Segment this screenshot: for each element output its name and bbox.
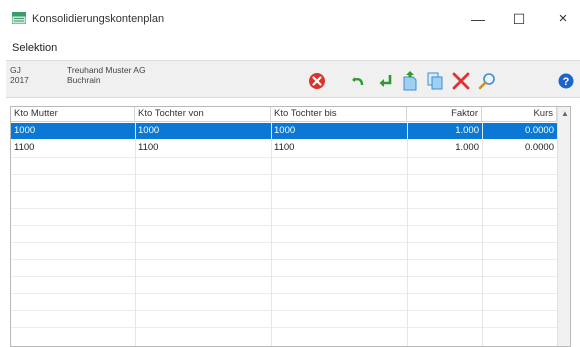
cell-kurs: 0.0000 bbox=[524, 142, 554, 153]
delete-icon bbox=[452, 72, 470, 90]
row-divider bbox=[11, 327, 557, 328]
svg-text:?: ? bbox=[563, 76, 570, 88]
column-header-kurs[interactable]: Kurs bbox=[482, 107, 557, 122]
window-title: Konsolidierungskontenplan bbox=[32, 13, 165, 25]
row-divider bbox=[11, 293, 557, 294]
menu-bar: Selektion bbox=[0, 38, 580, 58]
app-icon bbox=[11, 12, 27, 25]
column-divider bbox=[407, 122, 408, 346]
enter-button[interactable] bbox=[374, 70, 396, 92]
cell-kto-tochter-von: 1100 bbox=[138, 142, 159, 153]
column-header-faktor[interactable]: Faktor bbox=[407, 107, 482, 122]
row-divider bbox=[11, 157, 557, 158]
minimize-button[interactable]: — bbox=[468, 10, 488, 28]
copy-icon bbox=[427, 72, 443, 90]
enter-icon bbox=[379, 75, 392, 87]
table-header: Kto Mutter Kto Tochter von Kto Tochter b… bbox=[11, 107, 570, 122]
cell-kto-mutter: 1100 bbox=[14, 142, 35, 153]
cell-kurs: 0.0000 bbox=[524, 125, 554, 136]
row-divider bbox=[11, 276, 557, 277]
company-name: Treuhand Muster AG bbox=[67, 65, 146, 75]
scroll-up-icon[interactable]: ▲ bbox=[561, 109, 569, 118]
row-divider bbox=[11, 242, 557, 243]
column-header-kto-mutter[interactable]: Kto Mutter bbox=[11, 107, 135, 122]
cell-kto-tochter-bis: 1000 bbox=[274, 125, 296, 136]
undo-button[interactable] bbox=[348, 70, 370, 92]
row-divider bbox=[11, 174, 557, 175]
new-document-button[interactable] bbox=[399, 70, 421, 92]
search-icon bbox=[478, 73, 495, 90]
delete-button[interactable] bbox=[450, 70, 472, 92]
maximize-button[interactable]: ☐ bbox=[509, 10, 529, 28]
help-icon: ? bbox=[558, 73, 574, 89]
toolbar: GJ 2017 Treuhand Muster AG Buchrain ? bbox=[6, 60, 580, 98]
column-divider bbox=[482, 122, 483, 346]
table-row[interactable]: 1100 1100 1100 1.000 0.0000 bbox=[11, 140, 557, 156]
close-button[interactable]: × bbox=[553, 10, 573, 28]
table-row[interactable]: 1000 1000 1000 1.000 0.0000 bbox=[11, 123, 557, 139]
column-header-kto-tochter-bis[interactable]: Kto Tochter bis bbox=[271, 107, 407, 122]
company-city: Buchrain bbox=[67, 75, 101, 85]
row-divider bbox=[11, 225, 557, 226]
undo-icon bbox=[352, 77, 364, 86]
row-divider bbox=[11, 208, 557, 209]
accounts-table: Kto Mutter Kto Tochter von Kto Tochter b… bbox=[10, 106, 571, 347]
cell-kto-tochter-von: 1000 bbox=[138, 125, 160, 136]
column-header-kto-tochter-von[interactable]: Kto Tochter von bbox=[135, 107, 271, 122]
column-divider bbox=[271, 122, 272, 346]
cancel-button[interactable] bbox=[306, 70, 328, 92]
cell-faktor: 1.000 bbox=[455, 142, 479, 153]
row-divider bbox=[11, 191, 557, 192]
cell-kto-mutter: 1000 bbox=[14, 125, 36, 136]
new-document-icon bbox=[403, 71, 417, 91]
row-divider bbox=[11, 259, 557, 260]
row-divider bbox=[11, 310, 557, 311]
vertical-scrollbar[interactable]: ▲ bbox=[557, 107, 570, 346]
column-divider bbox=[135, 122, 136, 346]
menu-selektion[interactable]: Selektion bbox=[12, 42, 57, 54]
help-button[interactable]: ? bbox=[555, 70, 577, 92]
fiscal-year-label: GJ 2017 bbox=[10, 65, 29, 85]
cell-kto-tochter-bis: 1100 bbox=[274, 142, 295, 153]
cancel-icon bbox=[309, 73, 325, 89]
copy-button[interactable] bbox=[424, 70, 446, 92]
cell-faktor: 1.000 bbox=[455, 125, 479, 136]
search-button[interactable] bbox=[476, 70, 498, 92]
title-bar: Konsolidierungskontenplan — ☐ × bbox=[0, 0, 580, 38]
